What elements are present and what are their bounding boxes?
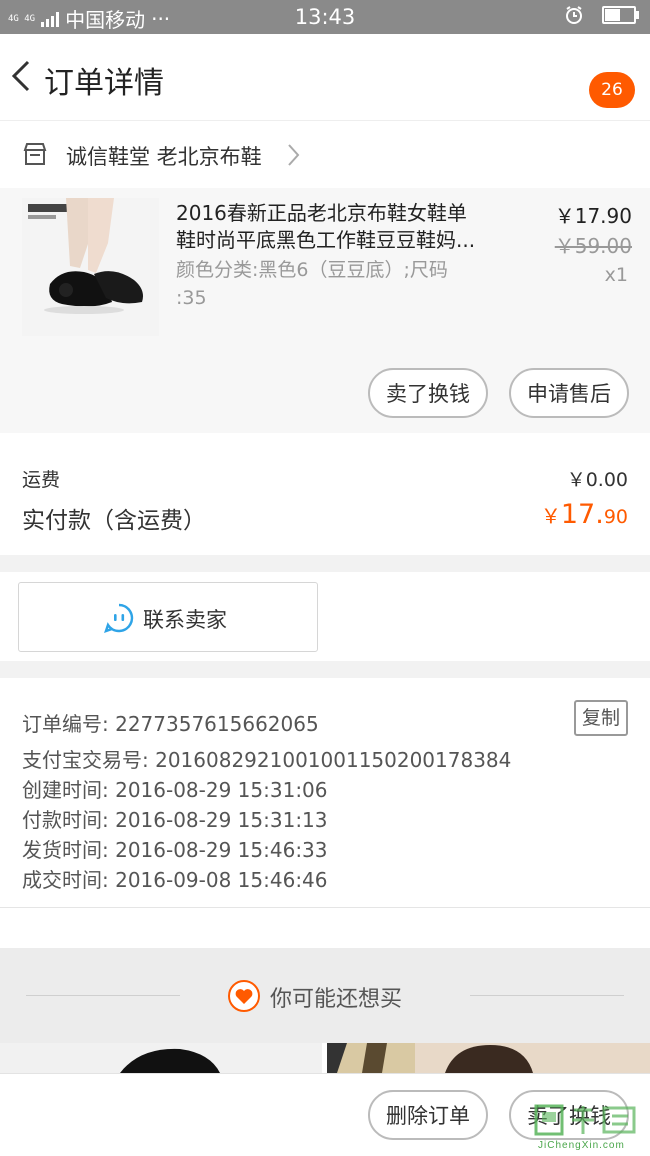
created-time: 创建时间: 2016-08-29 15:31:06 — [22, 778, 328, 802]
alarm-icon — [566, 6, 582, 24]
back-arrow-icon[interactable] — [8, 56, 38, 96]
product-title-line2: 鞋时尚平底黑色工作鞋豆豆鞋妈... — [176, 228, 476, 252]
completed-time: 成交时间: 2016-09-08 15:46:46 — [22, 868, 328, 892]
product-image[interactable] — [22, 198, 159, 336]
contact-section: 联系卖家 — [0, 572, 650, 661]
product-spec: 颜色分类:黑色6（豆豆底）;尺码 :35 — [176, 256, 506, 312]
shop-row[interactable]: 诚信鞋堂 老北京布鞋 — [0, 120, 650, 189]
spacer — [0, 908, 650, 948]
header: 订单详情 26 — [0, 34, 650, 120]
order-number: 订单编号: 2277357615662065 — [22, 712, 319, 736]
shop-icon — [23, 143, 47, 165]
total-paid-label: 实付款（含运费） — [22, 508, 206, 534]
total-decimal: 90 — [603, 506, 628, 528]
contact-seller-label: 联系卖家 — [143, 608, 227, 632]
product-price: ￥17.90 — [554, 204, 632, 228]
copy-button[interactable]: 复制 — [574, 700, 628, 736]
recommend-thumbnail[interactable] — [415, 1043, 650, 1073]
shipping-label: 运费 — [22, 469, 61, 491]
product-spec-line1: 颜色分类:黑色6（豆豆底）;尺码 — [176, 259, 448, 281]
order-info: 订单编号: 2277357615662065 复制 支付宝交易号: 201608… — [0, 678, 650, 908]
chevron-right-icon — [288, 144, 300, 166]
watermark-text: JiChengXin.com — [538, 1140, 625, 1151]
delete-order-button[interactable]: 删除订单 — [368, 1090, 488, 1140]
resell-button[interactable]: 卖了换钱 — [368, 368, 488, 418]
product-title-line1: 2016春新正品老北京布鞋女鞋单 — [176, 201, 467, 225]
payment-summary: 运费 ￥0.00 实付款（含运费） ￥17.90 — [0, 433, 650, 555]
recommend-thumbnail[interactable] — [327, 1043, 415, 1073]
recommend-thumbnails — [0, 1043, 650, 1073]
battery-level — [605, 9, 620, 21]
product-title[interactable]: 2016春新正品老北京布鞋女鞋单 鞋时尚平底黑色工作鞋豆豆鞋妈... — [176, 200, 506, 254]
shoe-photo — [22, 198, 159, 336]
contact-seller-button[interactable]: 联系卖家 — [18, 582, 318, 652]
total-paid-value: ￥17.90 — [541, 499, 628, 530]
total-integer: 17. — [560, 499, 604, 530]
status-time: 13:43 — [294, 5, 356, 29]
shop-name: 诚信鞋堂 老北京布鞋 — [66, 145, 262, 169]
product-original-price: ￥59.00 — [554, 234, 632, 258]
after-sale-button[interactable]: 申请售后 — [509, 368, 629, 418]
divider-right — [470, 995, 624, 996]
shipped-time: 发货时间: 2016-08-29 15:46:33 — [22, 838, 328, 862]
recommend-header: 你可能还想买 — [0, 948, 650, 1043]
site-watermark-logo — [534, 1104, 636, 1136]
paid-time: 付款时间: 2016-08-29 15:31:13 — [22, 808, 328, 832]
recommend-thumbnail[interactable] — [0, 1043, 322, 1073]
shipping-value: ￥0.00 — [566, 469, 628, 491]
chat-face-icon — [104, 603, 134, 633]
message-count-badge[interactable]: 26 — [589, 72, 635, 108]
heart-icon — [228, 980, 260, 1012]
product-quantity: x1 — [604, 264, 628, 286]
alipay-trade-number: 支付宝交易号: 2016082921001001150200178384 — [22, 748, 512, 772]
order-item[interactable]: 2016春新正品老北京布鞋女鞋单 鞋时尚平底黑色工作鞋豆豆鞋妈... 颜色分类:… — [0, 188, 650, 433]
product-spec-line2: :35 — [176, 287, 207, 309]
recommend-label: 你可能还想买 — [270, 987, 403, 1012]
total-currency: ￥ — [540, 504, 561, 528]
page-title: 订单详情 — [44, 66, 164, 101]
battery-icon — [602, 6, 639, 24]
status-right — [564, 5, 639, 25]
divider-left — [26, 995, 180, 996]
status-bar: 4G 4G 中国移动 ··· 13:43 — [0, 0, 650, 34]
